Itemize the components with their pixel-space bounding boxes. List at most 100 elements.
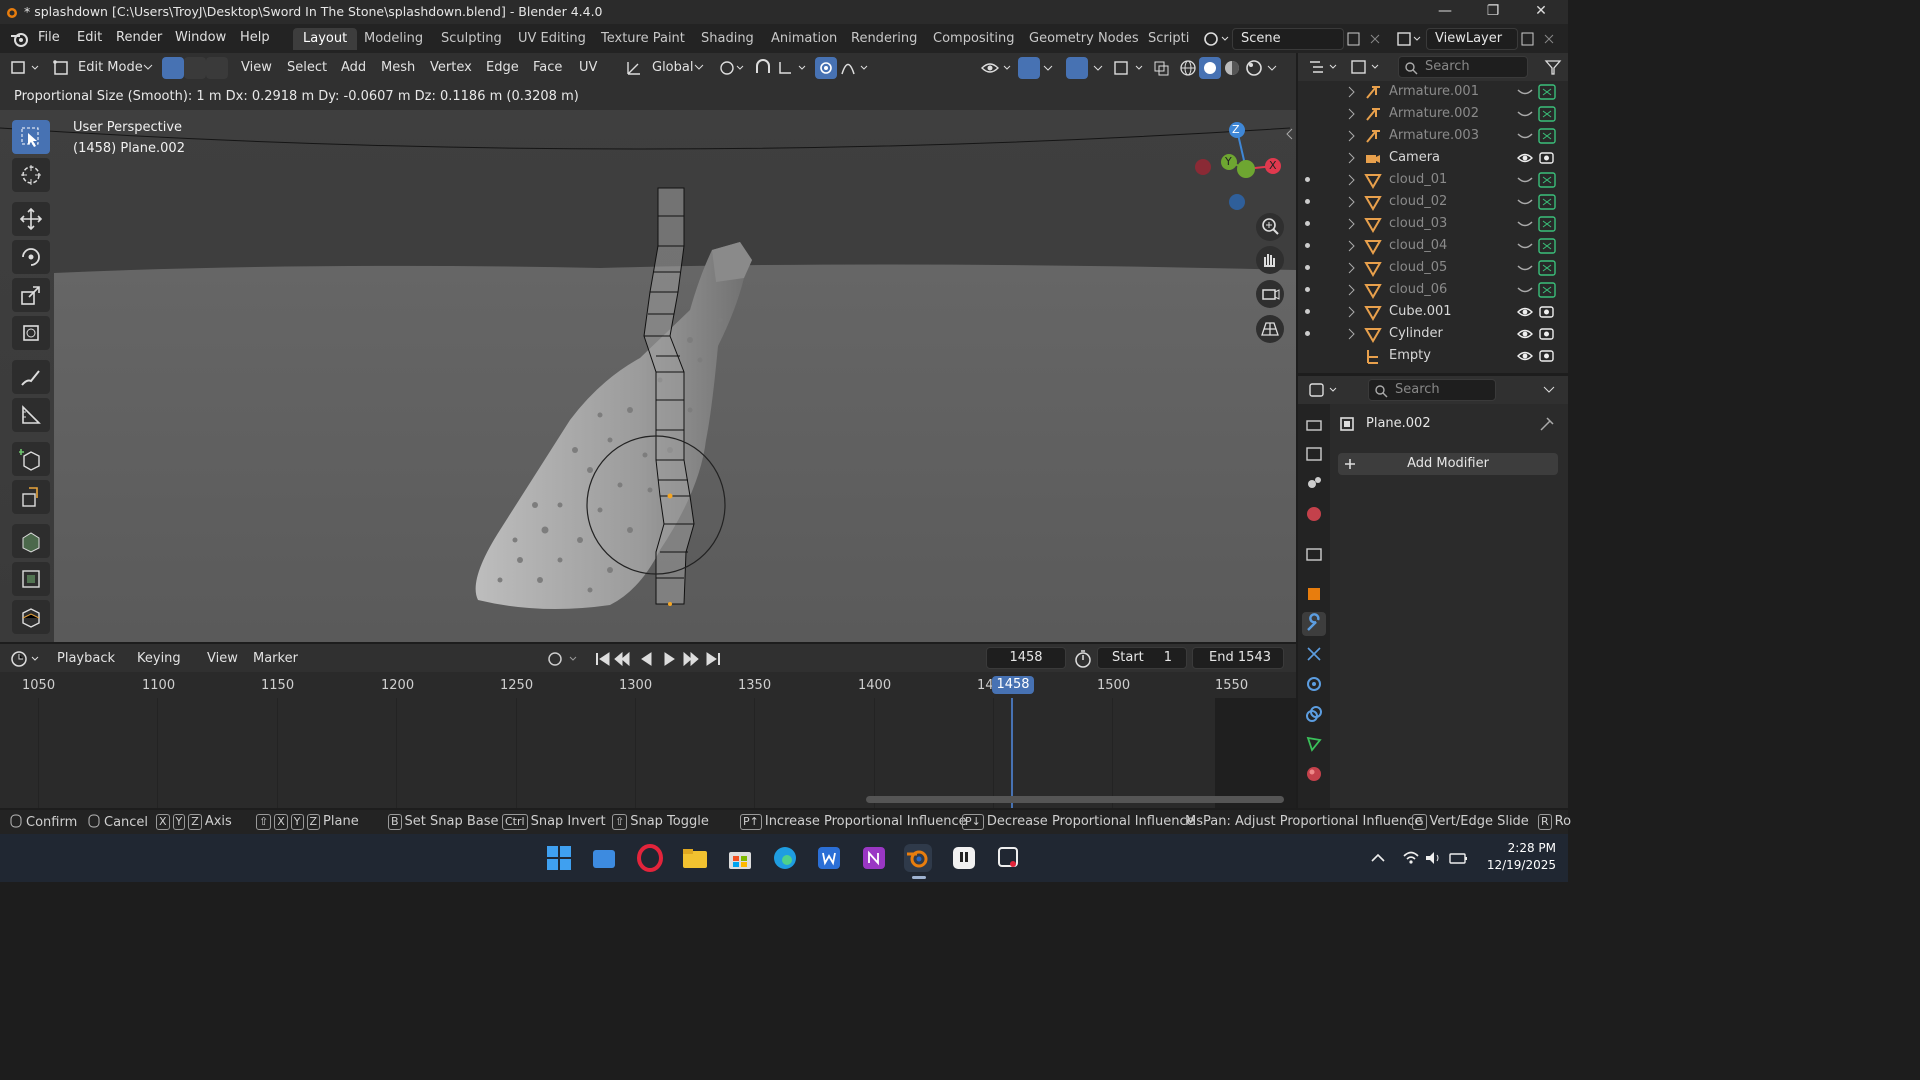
select-box-tool[interactable]: [12, 120, 50, 154]
outliner-item[interactable]: Armature.002: [1298, 103, 1568, 125]
tab-layout[interactable]: Layout: [293, 28, 358, 50]
render-disabled-icon[interactable]: [1538, 282, 1556, 298]
menu-select[interactable]: Select: [287, 60, 327, 75]
editor-type-icon[interactable]: [10, 650, 44, 668]
scale-tool[interactable]: [12, 278, 50, 312]
outliner-item[interactable]: cloud_05: [1298, 257, 1568, 279]
tab-particles[interactable]: [1302, 642, 1326, 666]
tab-tool[interactable]: [1302, 412, 1326, 436]
taskbar-app[interactable]: [681, 844, 709, 872]
expand-arrow-icon[interactable]: [1346, 240, 1358, 252]
outliner-item[interactable]: cloud_02: [1298, 191, 1568, 213]
taskbar-app[interactable]: [726, 844, 754, 872]
chevron-down-icon[interactable]: [1266, 59, 1280, 77]
menu-render[interactable]: Render: [116, 30, 162, 45]
expand-arrow-icon[interactable]: [1346, 284, 1358, 296]
render-disabled-icon[interactable]: [1538, 84, 1556, 100]
menu-playback[interactable]: Playback: [57, 651, 115, 666]
pivot-point-icon[interactable]: [718, 59, 746, 77]
cursor-tool[interactable]: [12, 158, 50, 192]
outliner-item[interactable]: cloud_04: [1298, 235, 1568, 257]
tab-modifiers[interactable]: [1302, 612, 1326, 636]
camera-render-icon[interactable]: [1538, 348, 1556, 364]
render-disabled-icon[interactable]: [1538, 106, 1556, 122]
view-layer-selector-icon[interactable]: [1396, 30, 1424, 48]
display-mode-icon[interactable]: [1350, 58, 1384, 76]
outliner-item[interactable]: Empty: [1298, 345, 1568, 367]
tab-physics[interactable]: [1302, 672, 1326, 696]
rendered-shading-icon[interactable]: [1244, 59, 1264, 77]
menu-view[interactable]: View: [241, 60, 272, 75]
tab-render[interactable]: [1302, 442, 1326, 466]
playback-controls[interactable]: [594, 650, 726, 668]
vertex-select-button[interactable]: [162, 57, 184, 79]
scene-selector-icon[interactable]: [1202, 30, 1230, 48]
measure-tool[interactable]: [12, 398, 50, 432]
tab-rendering[interactable]: Rendering: [841, 28, 927, 50]
extrude-tool[interactable]: [12, 480, 50, 514]
playhead-line[interactable]: [1011, 698, 1013, 808]
expand-arrow-icon[interactable]: [1346, 108, 1358, 120]
taskbar-app[interactable]: [636, 844, 664, 872]
eye-icon[interactable]: [1516, 151, 1534, 165]
menu-file[interactable]: File: [38, 30, 60, 45]
outliner-item[interactable]: Armature.001: [1298, 81, 1568, 103]
current-frame-field[interactable]: 1458: [986, 647, 1066, 669]
3d-viewport[interactable]: Z Y X User Perspective (1458) Plane.002: [0, 110, 1296, 642]
tab-shading[interactable]: Shading: [691, 28, 764, 50]
camera-render-icon[interactable]: [1538, 326, 1556, 342]
clock-date[interactable]: 12/19/2025: [1470, 858, 1556, 872]
camera-render-icon[interactable]: [1538, 304, 1556, 320]
hidden-eye-icon[interactable]: [1516, 217, 1534, 231]
timeline-scrollbar[interactable]: [866, 796, 1284, 803]
tab-object[interactable]: [1302, 582, 1326, 606]
annotate-tool[interactable]: [12, 360, 50, 394]
expand-arrow-icon[interactable]: [1346, 262, 1358, 274]
tab-compositing[interactable]: Compositing: [923, 28, 1025, 50]
wireframe-shading-icon[interactable]: [1178, 59, 1198, 77]
hidden-eye-icon[interactable]: [1516, 195, 1534, 209]
snap-target-icon[interactable]: [777, 59, 811, 77]
edge-select-button[interactable]: [184, 57, 206, 79]
expand-arrow-icon[interactable]: [1346, 130, 1358, 142]
mesh-edit-overlays-icon[interactable]: [1112, 59, 1148, 77]
wifi-icon[interactable]: [1402, 849, 1420, 867]
volume-icon[interactable]: [1424, 849, 1442, 867]
auto-keying-icon[interactable]: [546, 650, 582, 668]
timeline-area[interactable]: [0, 698, 1296, 808]
pin-icon[interactable]: [1538, 415, 1556, 433]
filter-icon[interactable]: [1544, 58, 1562, 76]
hidden-eye-icon[interactable]: [1516, 129, 1534, 143]
render-disabled-icon[interactable]: [1538, 128, 1556, 144]
pan-button[interactable]: [1256, 246, 1284, 274]
restore-button[interactable]: ❐: [1470, 0, 1516, 24]
stopwatch-icon[interactable]: [1073, 649, 1093, 669]
add-modifier-button[interactable]: Add Modifier: [1338, 453, 1558, 475]
expand-arrow-icon[interactable]: [1346, 86, 1358, 98]
move-tool[interactable]: [12, 202, 50, 236]
menu-add[interactable]: Add: [341, 60, 366, 75]
blender-menu-icon[interactable]: [10, 30, 30, 48]
render-disabled-icon[interactable]: [1538, 238, 1556, 254]
editor-type-icon[interactable]: [10, 59, 44, 77]
taskbar-app[interactable]: [860, 844, 888, 872]
outliner-item[interactable]: Camera: [1298, 147, 1568, 169]
expand-arrow-icon[interactable]: [1346, 174, 1358, 186]
render-disabled-icon[interactable]: [1538, 216, 1556, 232]
menu-view[interactable]: View: [207, 651, 238, 666]
menu-mesh[interactable]: Mesh: [381, 60, 415, 75]
expand-arrow-icon[interactable]: [1346, 218, 1358, 230]
proportional-falloff-icon[interactable]: [840, 59, 872, 77]
start-button[interactable]: [545, 844, 573, 872]
hidden-eye-icon[interactable]: [1516, 283, 1534, 297]
editor-type-icon[interactable]: [1308, 58, 1342, 76]
tab-modeling[interactable]: Modeling: [354, 28, 433, 50]
rotate-tool[interactable]: [12, 240, 50, 274]
menu-edit[interactable]: Edit: [77, 30, 102, 45]
show-overlays-button[interactable]: [1066, 57, 1088, 79]
tab-world[interactable]: [1302, 502, 1326, 526]
expand-arrow-icon[interactable]: [1346, 328, 1358, 340]
visibility-selectability-icon[interactable]: [980, 59, 1016, 77]
outliner-item[interactable]: cloud_06: [1298, 279, 1568, 301]
tab-scripting[interactable]: Scripti: [1138, 28, 1192, 50]
